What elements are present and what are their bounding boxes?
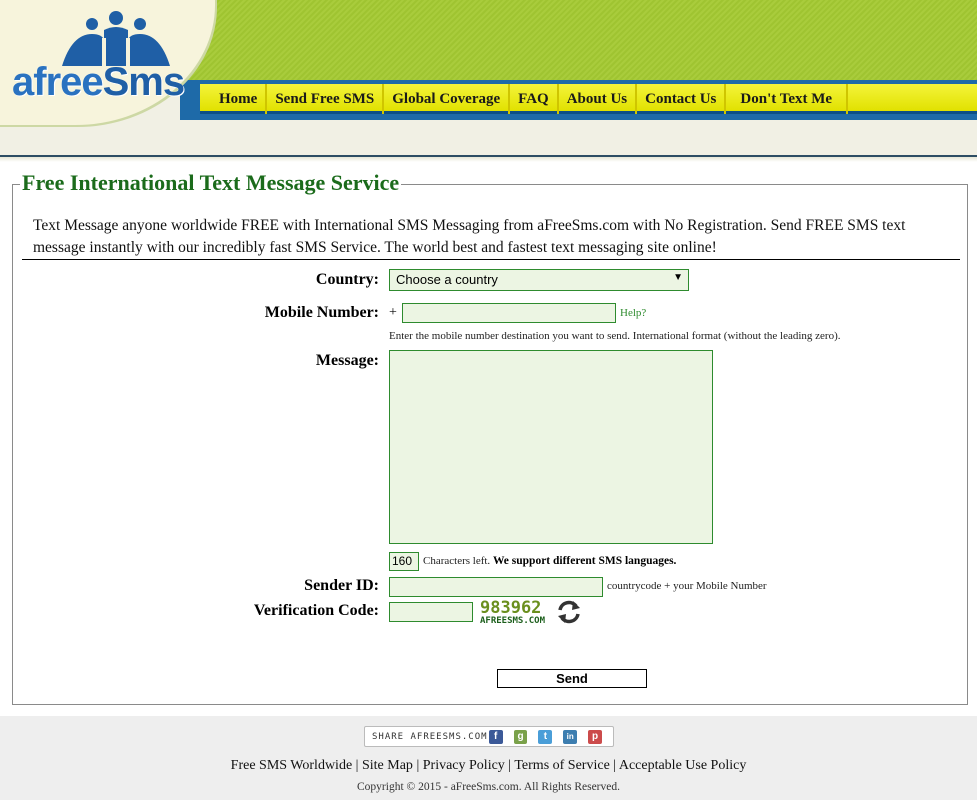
google-plus-icon[interactable]: g [513, 729, 528, 744]
nav-send-free-sms[interactable]: Send Free SMS [265, 84, 382, 114]
footer-link-privacy-policy[interactable]: Privacy Policy [423, 758, 505, 773]
header-divider [0, 155, 977, 162]
nav-faq[interactable]: FAQ [508, 84, 557, 114]
linkedin-icon[interactable]: in [563, 729, 578, 744]
share-label: SHARE AFREESMS.COM [372, 731, 488, 742]
captcha-image: 983962 AFREESMS.COM [480, 598, 554, 627]
nav-contact-us[interactable]: Contact Us [635, 84, 724, 114]
mobile-number-hint: Enter the mobile number destination you … [389, 330, 841, 342]
chars-left-counter: 160 [389, 552, 419, 571]
help-link[interactable]: Help? [620, 307, 646, 319]
mobile-prefix: + [389, 305, 397, 320]
site-footer: SHARE AFREESMS.COM f g t in p Free SMS W… [0, 716, 977, 800]
nav-about-us[interactable]: About Us [556, 84, 635, 114]
send-button[interactable]: Send [497, 669, 647, 688]
site-logo[interactable]: afreeSms [12, 8, 202, 104]
pinterest-icon[interactable]: p [588, 729, 602, 744]
captcha-code: 983962 [480, 598, 542, 618]
divider [22, 259, 960, 260]
page-title: Free International Text Message Service [20, 170, 402, 196]
message-label: Message: [315, 352, 379, 369]
languages-support-text: We support different SMS languages. [492, 555, 677, 567]
mobile-number-input[interactable] [402, 303, 616, 323]
people-logo-icon [62, 11, 170, 66]
nav-global-coverage[interactable]: Global Coverage [382, 84, 508, 114]
country-select[interactable]: Choose a country ▼ [389, 269, 689, 291]
country-selected-value: Choose a country [396, 272, 498, 287]
footer-link-terms-of-service[interactable]: Terms of Service [514, 758, 609, 773]
refresh-captcha-icon[interactable] [556, 599, 582, 625]
copyright-text: Copyright © 2015 - aFreeSms.com. All Rig… [357, 781, 620, 793]
nav-divider [846, 84, 852, 114]
footer-link-free-sms-worldwide[interactable]: Free SMS Worldwide [231, 758, 353, 773]
twitter-icon[interactable]: t [538, 729, 553, 744]
nav-dont-text-me[interactable]: Don't Text Me [724, 84, 846, 114]
sender-id-hint: countrycode + your Mobile Number [607, 580, 767, 592]
site-header: afreeSms Home Send Free SMS Global Cover… [0, 0, 977, 162]
main-nav: Home Send Free SMS Global Coverage FAQ A… [211, 84, 852, 114]
dropdown-arrow-icon: ▼ [673, 272, 683, 283]
mobile-number-label: Mobile Number: [264, 304, 379, 321]
chars-left-text: Characters left. We support different SM… [423, 555, 677, 567]
intro-text: Text Message anyone worldwide FREE with … [33, 217, 906, 256]
share-bar: SHARE AFREESMS.COM f g t in p [364, 726, 614, 747]
footer-link-acceptable-use-policy[interactable]: Acceptable Use Policy [619, 758, 747, 773]
verification-code-label: Verification Code: [253, 602, 379, 619]
captcha-domain: AFREESMS.COM [480, 616, 546, 626]
facebook-icon[interactable]: f [488, 729, 503, 744]
nav-home[interactable]: Home [211, 84, 265, 114]
sender-id-label: Sender ID: [304, 577, 379, 594]
country-label: Country: [315, 271, 379, 288]
footer-links: Free SMS Worldwide | Site Map | Privacy … [230, 758, 747, 773]
logo-wordmark: afreeSms [12, 60, 185, 104]
footer-link-site-map[interactable]: Site Map [362, 758, 413, 773]
sender-id-input[interactable] [389, 577, 603, 597]
message-textarea[interactable] [389, 350, 713, 544]
verification-code-input[interactable] [389, 602, 473, 622]
